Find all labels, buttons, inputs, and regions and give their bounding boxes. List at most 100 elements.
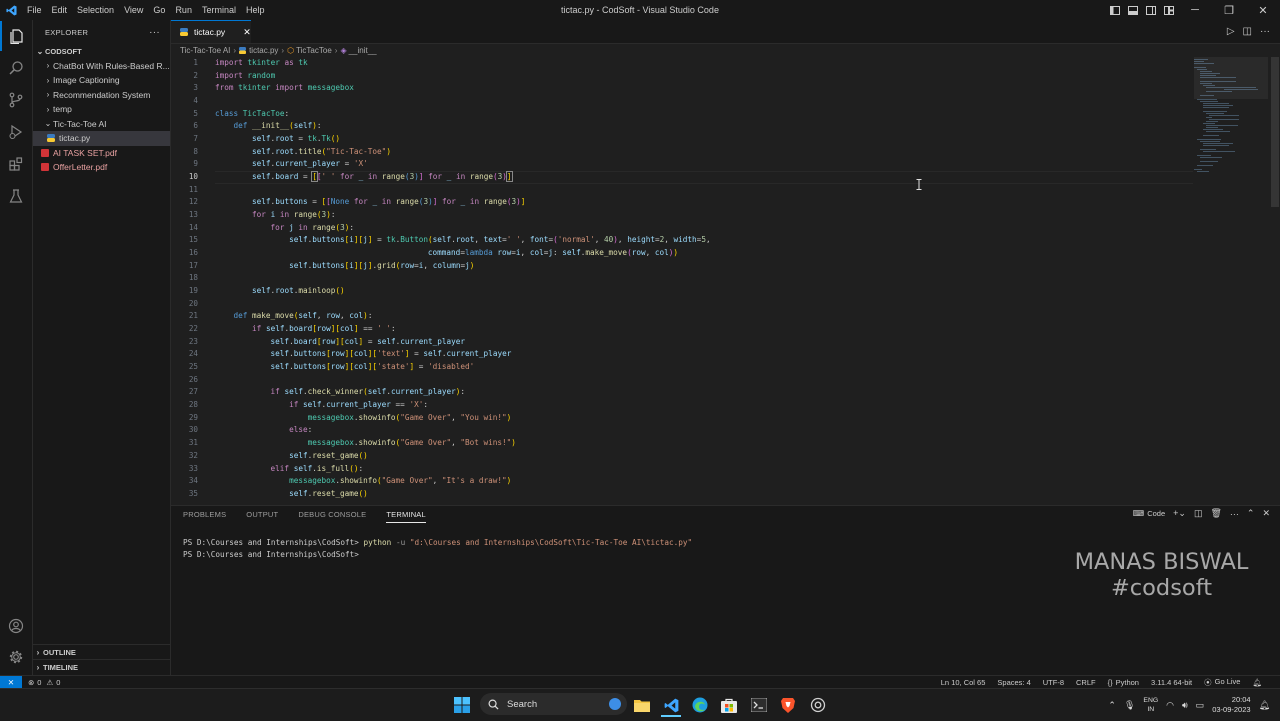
- tree-file-tictac-py[interactable]: tictac.py: [33, 131, 170, 146]
- cursor-position[interactable]: Ln 10, Col 65: [941, 678, 986, 687]
- toggle-panel-icon[interactable]: [1124, 0, 1142, 20]
- edge-browser-icon[interactable]: [690, 695, 710, 715]
- code-editor[interactable]: 1 2 3 4 5 6 7 8 9 10 11 12 13 14 15 16 17 18 19 20 21 22 23 24 2…: [171, 57, 1280, 501]
- menu-terminal[interactable]: Terminal: [197, 5, 241, 15]
- code-line: self.board = [[' ' for _ in range(3)] fo…: [252, 171, 513, 183]
- terminal-output[interactable]: PS D:\Courses and Internships\CodSoft> p…: [183, 537, 692, 560]
- microsoft-store-icon[interactable]: [719, 695, 739, 715]
- explorer-icon[interactable]: [0, 21, 32, 51]
- windows-start-icon[interactable]: [452, 695, 472, 715]
- broadcast-icon: ⦿: [1204, 677, 1212, 687]
- breadcrumb-method[interactable]: __init__: [349, 46, 377, 55]
- tab-terminal[interactable]: TERMINAL: [386, 510, 426, 523]
- wifi-icon[interactable]: ◠: [1166, 700, 1174, 711]
- microphone-icon[interactable]: 🎙︎: [1124, 700, 1135, 711]
- menu-edit[interactable]: Edit: [47, 5, 73, 15]
- indentation[interactable]: Spaces: 4: [997, 678, 1030, 687]
- extensions-icon[interactable]: [0, 149, 32, 179]
- breadcrumb-folder[interactable]: Tic-Tac-Toe AI: [180, 46, 230, 55]
- menu-go[interactable]: Go: [148, 5, 170, 15]
- tab-problems[interactable]: PROBLEMS: [183, 510, 226, 523]
- vscode-taskbar-icon[interactable]: [661, 695, 681, 717]
- run-debug-icon[interactable]: [0, 117, 32, 147]
- battery-icon[interactable]: ▭: [1196, 700, 1205, 711]
- search-icon[interactable]: [0, 53, 32, 83]
- menu-selection[interactable]: Selection: [72, 5, 119, 15]
- tab-label: tictac.py: [194, 27, 226, 37]
- code-line: self.root = tk.Tk(): [252, 134, 341, 144]
- go-live[interactable]: ⦿ Go Live: [1204, 677, 1240, 688]
- remote-indicator-icon[interactable]: ⨯: [0, 676, 22, 688]
- more-actions-icon[interactable]: ···: [1260, 26, 1270, 37]
- line-number: 2: [193, 70, 198, 80]
- line-number: 24: [188, 349, 198, 359]
- tab-tictac-py[interactable]: tictac.py ✕: [171, 20, 251, 43]
- breadcrumb-file[interactable]: tictac.py: [249, 46, 278, 55]
- end-of-line[interactable]: CRLF: [1076, 678, 1096, 687]
- toggle-primary-sidebar-icon[interactable]: [1106, 0, 1124, 20]
- bottom-panel: PROBLEMS OUTPUT DEBUG CONSOLE TERMINAL ⌨…: [171, 505, 1280, 676]
- split-terminal-icon[interactable]: ◫: [1194, 508, 1203, 519]
- more-actions-icon[interactable]: ···: [149, 27, 160, 38]
- python-interpreter[interactable]: 3.11.4 64-bit: [1151, 678, 1192, 687]
- code-lines[interactable]: import tkinter as tk import random from …: [215, 57, 711, 501]
- clock[interactable]: 20:04 03-09-2023: [1212, 695, 1250, 715]
- menu-file[interactable]: File: [22, 5, 47, 15]
- tree-folder-chatbot[interactable]: › ChatBot With Rules-Based R...: [33, 59, 170, 74]
- menu-run[interactable]: Run: [170, 5, 197, 15]
- tab-output[interactable]: OUTPUT: [246, 510, 278, 523]
- accounts-icon[interactable]: [0, 611, 32, 641]
- close-icon[interactable]: ✕: [1246, 0, 1280, 20]
- volume-icon[interactable]: 🔊︎: [1182, 700, 1188, 711]
- problems-status[interactable]: ⊗ 0 ⚠ 0: [28, 676, 60, 688]
- close-panel-icon[interactable]: ✕: [1262, 508, 1270, 519]
- brave-browser-icon[interactable]: [778, 695, 798, 715]
- line-number: 17: [188, 260, 198, 270]
- tree-folder-tictactoe[interactable]: ⌄ Tic-Tac-Toe AI: [33, 117, 170, 132]
- bing-icon: [609, 698, 621, 710]
- tree-file-offerletter[interactable]: OfferLetter.pdf: [33, 160, 170, 175]
- input-language[interactable]: ENG IN: [1143, 696, 1158, 714]
- kill-terminal-icon[interactable]: 🗑: [1210, 508, 1221, 519]
- code-line: if self.current_player == 'X':: [289, 400, 428, 410]
- notifications-bell-icon[interactable]: 🔔︎: [1252, 678, 1262, 687]
- breadcrumb-class[interactable]: TicTacToe: [296, 46, 332, 55]
- menu-help[interactable]: Help: [241, 5, 270, 15]
- menu-view[interactable]: View: [119, 5, 148, 15]
- encoding[interactable]: UTF-8: [1043, 678, 1064, 687]
- tree-file-ai-task-set[interactable]: AI TASK SET.pdf: [33, 146, 170, 161]
- tree-folder-temp[interactable]: › temp: [33, 102, 170, 117]
- tab-debug-console[interactable]: DEBUG CONSOLE: [298, 510, 366, 523]
- app-circle-icon[interactable]: [808, 695, 828, 715]
- taskbar-search[interactable]: Search: [480, 693, 627, 715]
- manage-gear-icon[interactable]: [0, 642, 32, 672]
- editor-vertical-scrollbar[interactable]: [1271, 57, 1279, 207]
- minimap[interactable]: [1194, 57, 1268, 177]
- workspace-root[interactable]: ⌄ CODSOFT: [33, 44, 170, 59]
- tree-folder-image-captioning[interactable]: › Image Captioning: [33, 73, 170, 88]
- outline-section[interactable]: › OUTLINE: [33, 644, 170, 659]
- restore-icon[interactable]: ❐: [1212, 0, 1246, 20]
- file-explorer-icon[interactable]: [632, 695, 652, 715]
- run-python-file-icon[interactable]: ▷: [1227, 26, 1235, 37]
- terminal-app-icon[interactable]: [749, 695, 769, 715]
- new-terminal-icon[interactable]: +⌄: [1173, 508, 1186, 519]
- toggle-secondary-sidebar-icon[interactable]: [1142, 0, 1160, 20]
- tab-close-icon[interactable]: ✕: [243, 27, 251, 38]
- code-line: self.reset_game(): [289, 488, 368, 498]
- testing-icon[interactable]: [0, 181, 32, 211]
- maximize-panel-icon[interactable]: ⌃: [1247, 508, 1255, 519]
- terminal-profile[interactable]: ⌨ Code: [1133, 509, 1165, 518]
- notification-center-icon[interactable]: 🔔︎: [1259, 700, 1270, 711]
- timeline-section[interactable]: › TIMELINE: [33, 659, 170, 674]
- tree-folder-recommendation[interactable]: › Recommendation System: [33, 88, 170, 103]
- customize-layout-icon[interactable]: [1160, 0, 1178, 20]
- line-number: 16: [188, 248, 198, 258]
- language-mode[interactable]: {} Python: [1108, 678, 1139, 687]
- minimize-icon[interactable]: ─: [1178, 0, 1212, 20]
- source-control-icon[interactable]: [0, 85, 32, 115]
- more-actions-icon[interactable]: ···: [1230, 509, 1239, 519]
- tree-folder-label: Recommendation System: [53, 89, 151, 100]
- tray-chevron-up-icon[interactable]: ⌃: [1108, 700, 1116, 711]
- split-editor-icon[interactable]: ◫: [1243, 26, 1252, 37]
